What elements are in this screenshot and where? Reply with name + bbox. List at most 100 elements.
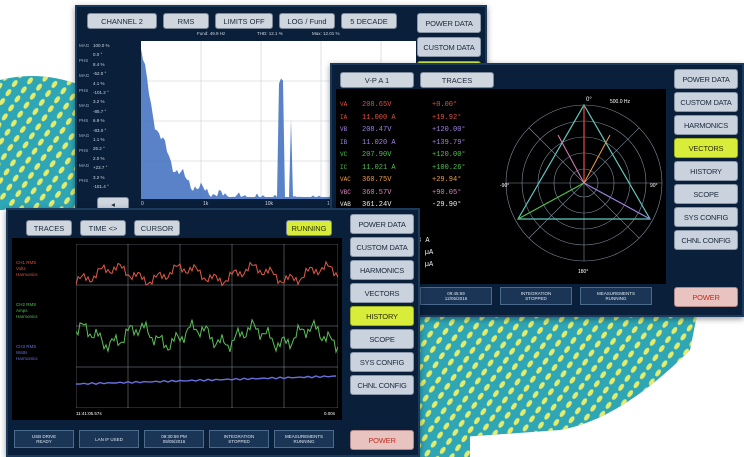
tab-decade[interactable]: 5 DECADE (341, 13, 397, 29)
scope-button[interactable]: SCOPE (350, 329, 414, 349)
harmonic-label: PHS (79, 58, 89, 63)
vector-row-value: 360.57V (362, 188, 392, 197)
vector-row-angle: +139.79° (432, 138, 466, 147)
tab-rms[interactable]: RMS (163, 13, 209, 29)
status-line-2: RUNNING (293, 439, 315, 444)
tab-limits[interactable]: LIMITS OFF (215, 13, 273, 29)
history-x-end: 0.00s (324, 411, 336, 416)
harmonic-value: 100.0 % (93, 43, 110, 48)
vectors-button[interactable]: VECTORS (350, 283, 414, 303)
harmonic-label: MAG (79, 43, 90, 48)
tab-traces[interactable]: TRACES (26, 220, 72, 236)
tab-time[interactable]: TIME <> (80, 220, 126, 236)
status-line-1: LAN IF USED (95, 436, 123, 442)
status-cell: MEASUREMENTS RUNNING (274, 430, 334, 448)
harmonic-value: -83.0 ° (93, 127, 107, 133)
harmonic-value: 1.1 % (93, 137, 105, 142)
power-button[interactable]: POWER (350, 430, 414, 450)
harmonic-label: MAG (79, 103, 90, 108)
polar-right-label: 90° (650, 183, 658, 189)
harmonic-value: -101.2 ° (93, 90, 109, 95)
status-line-2: STOPPED (228, 439, 250, 444)
legend-line: Watts (16, 350, 28, 355)
vector-row-label: IA (340, 113, 348, 121)
vector-row-angle: +120.00° (432, 126, 466, 134)
history-panel: CH1 RMS Volts Harmonics CH2 RMS Amps Harmonic… (12, 238, 342, 420)
harmonic-value: +23.7 ° (93, 165, 108, 171)
polar-top-label: 0° (586, 97, 592, 103)
tab-traces[interactable]: TRACES (420, 72, 494, 88)
history-screen: TRACES TIME <> CURSOR RUNNING CH1 RMS Vol… (6, 208, 420, 457)
vector-row-value: 208.47V (362, 126, 392, 134)
spectrum-power-data-button[interactable]: POWER DATA (417, 13, 481, 33)
harmonic-label: PHS (79, 118, 89, 123)
tab-channel[interactable]: CHANNEL 2 (87, 13, 157, 29)
vector-row-label: IB (340, 138, 348, 146)
harmonic-value: 2.0 % (93, 155, 105, 161)
vector-row-angle: +29.94° (432, 176, 462, 184)
sys-config-button[interactable]: SYS CONFIG (350, 352, 414, 372)
vector-row-value: 360.75V (362, 176, 392, 184)
power-button[interactable]: POWER (674, 287, 738, 307)
harmonic-label: MAG (79, 133, 90, 138)
history-button[interactable]: HISTORY (350, 306, 414, 326)
tab-vpa[interactable]: V-P A 1 (340, 72, 414, 88)
vector-row-angle: +19.92° (432, 113, 462, 122)
vector-row-value: 11.000 A (362, 113, 396, 122)
history-button[interactable]: HISTORY (674, 161, 738, 181)
power-data-button[interactable]: POWER DATA (350, 214, 414, 234)
fund-info: Fund: 49.9 Hz (197, 31, 226, 36)
tab-log-fund[interactable]: LOG / Fund (279, 13, 335, 29)
chnl-config-button[interactable]: CHNL CONFIG (350, 375, 414, 395)
harmonic-value: 26.2 ° (93, 146, 105, 152)
vector-row-value: 11.021 A (362, 163, 396, 172)
harmonic-label: MAG (79, 163, 90, 168)
custom-data-button[interactable]: CUSTOM DATA (350, 237, 414, 257)
status-cell: INTEGRATION STOPPED (209, 430, 269, 448)
harmonic-label: MAG (79, 73, 90, 78)
status-line-2: STOPPED (525, 296, 547, 301)
status-cell: 09:45:59 12/05/2016 (420, 287, 492, 305)
harmonics-button[interactable]: HARMONICS (674, 115, 738, 135)
vector-row-value: 207.90V (362, 151, 392, 159)
vector-row-angle: +90.05° (432, 188, 462, 197)
vector-row-angle: +120.00° (432, 151, 466, 159)
vector-row-label: IC (340, 163, 348, 171)
spectrum-x-tick: 0 (141, 201, 144, 207)
status-cell: MEASUREMENTS RUNNING (580, 287, 652, 305)
vector-row-label: VA (340, 101, 348, 108)
tab-cursor[interactable]: CURSOR (134, 220, 180, 236)
sys-config-button[interactable]: SYS CONFIG (674, 207, 738, 227)
vector-row-label: VC (340, 151, 348, 158)
vector-row-angle: -29.90° (432, 201, 462, 209)
vector-row-angle: +0.00° (432, 101, 458, 109)
vector-row-value: 208.65V (362, 101, 392, 109)
spectrum-custom-data-button[interactable]: CUSTOM DATA (417, 37, 481, 57)
history-x-start: 11:41:05.57s (76, 411, 102, 416)
legend-line: Harmonics (16, 356, 38, 361)
trace-ch2 (76, 318, 338, 355)
legend-line: Amps (16, 308, 28, 313)
status-cell: INTEGRATION STOPPED (500, 287, 572, 305)
harmonic-value: -151.4 ° (93, 184, 109, 189)
vectors-button[interactable]: VECTORS (674, 138, 738, 158)
polar-left-label: -90° (500, 183, 509, 189)
harmonics-button[interactable]: HARMONICS (350, 260, 414, 280)
thd-info: THD: 12.1 % (257, 31, 283, 36)
vector-row-label: VBC (340, 188, 351, 196)
status-line-2: 09/05/2016 (162, 439, 186, 444)
phasor-polar-plot: 0° 500.0 Hz -90° 90° 180° (500, 97, 663, 275)
power-data-button[interactable]: POWER DATA (674, 69, 738, 89)
custom-data-button[interactable]: CUSTOM DATA (674, 92, 738, 112)
max-info: Max: 12.01 % (312, 31, 340, 36)
legend-line: CH3 RMS (16, 344, 37, 349)
harmonic-value: 0.0 ° (93, 52, 103, 58)
chnl-config-button[interactable]: CHNL CONFIG (674, 230, 738, 250)
spectrum-x-tick: 10k (265, 201, 274, 207)
legend-line: CH2 RMS (16, 302, 37, 307)
status-line-2: RUNNING (605, 296, 627, 301)
scope-button[interactable]: SCOPE (674, 184, 738, 204)
harmonic-value: 3.2 % (93, 99, 105, 105)
harmonic-value: 6.9 % (93, 118, 105, 124)
harmonic-value: 8.4 % (93, 61, 105, 67)
